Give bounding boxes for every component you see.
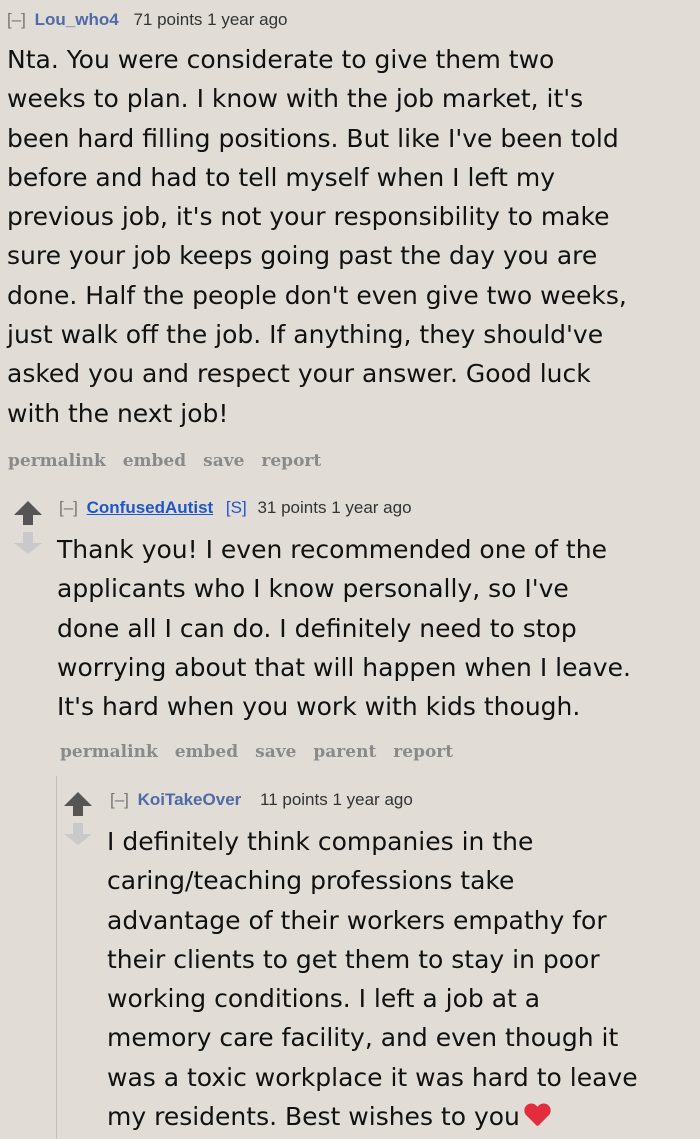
permalink-button[interactable]: permalink [60,742,158,762]
embed-button[interactable]: embed [175,742,238,762]
timestamp: 1 year ago [331,498,412,517]
score-text: 71 points [133,10,203,29]
report-button[interactable]: report [393,742,453,762]
timestamp: 1 year ago [332,790,413,809]
comment-body-wrapper: I definitely think companies in the cari… [107,822,638,1136]
save-button[interactable]: save [203,451,244,471]
comment-body: Nta. You were considerate to give them t… [7,45,627,428]
submitter-badge[interactable]: [S] [226,498,247,517]
collapse-toggle[interactable]: [–] [110,790,129,809]
permalink-button[interactable]: permalink [8,451,106,471]
report-button[interactable]: report [261,451,321,471]
collapse-toggle[interactable]: [–] [59,498,78,517]
child-thread-line [56,776,57,1139]
parent-button[interactable]: parent [313,742,376,762]
save-button[interactable]: save [255,742,296,762]
embed-button[interactable]: embed [123,451,186,471]
comment-tagline: [–] Lou_who4 71 points 1 year ago [7,10,288,30]
score-text: 31 points [257,498,327,517]
author-link[interactable]: ConfusedAutist [87,498,214,517]
downvote-arrow-icon[interactable] [64,823,92,845]
author-link[interactable]: KoiTakeOver [138,790,242,809]
comment-tagline: [–] KoiTakeOver 11 points 1 year ago [110,790,413,810]
comment-buttons: permalink embed save parent report [60,742,470,762]
comment-buttons: permalink embed save report [8,451,338,471]
comment-body: Thank you! I even recommended one of the… [57,535,631,722]
score-text: 11 points [260,790,328,809]
timestamp: 1 year ago [207,10,288,29]
upvote-arrow-icon[interactable] [64,792,92,816]
author-link[interactable]: Lou_who4 [35,10,119,29]
downvote-arrow-icon[interactable] [14,532,42,554]
comment-tagline: [–] ConfusedAutist [S] 31 points 1 year … [59,498,412,518]
red-heart-icon [524,1104,550,1128]
comment-body: I definitely think companies in the cari… [107,827,638,1132]
collapse-toggle[interactable]: [–] [7,10,26,29]
upvote-arrow-icon[interactable] [14,501,42,525]
